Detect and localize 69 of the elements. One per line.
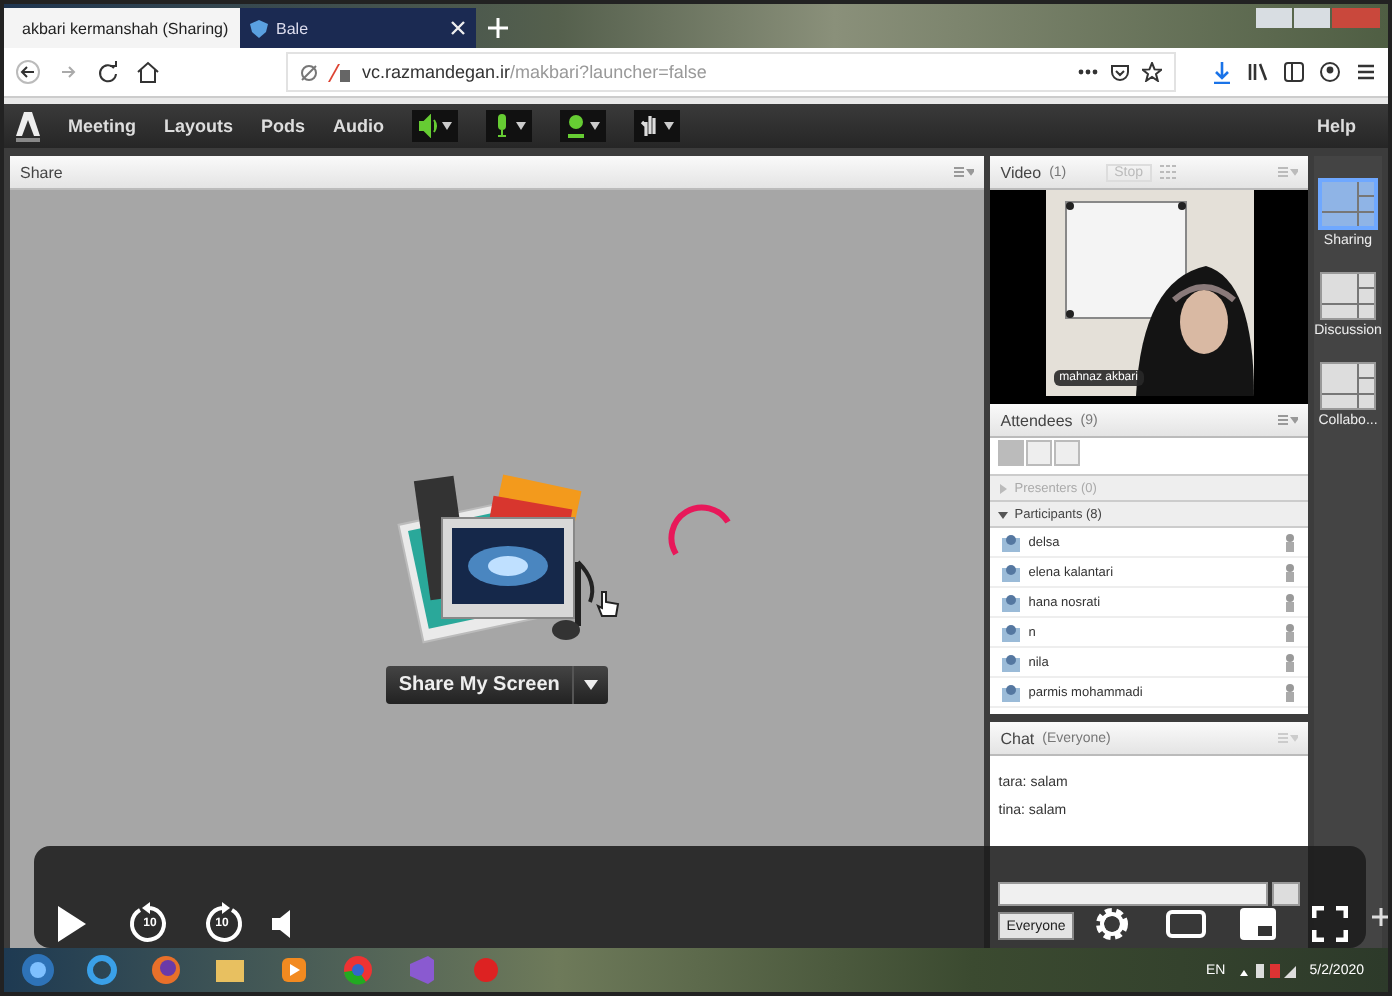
status-icon [1284,563,1296,581]
layout-icon [1319,362,1376,410]
home-icon[interactable] [136,60,160,84]
volume-icon[interactable] [272,910,292,938]
library-icon[interactable] [1248,62,1268,82]
menu-item[interactable]: Pods [261,116,306,136]
help-menu[interactable]: Help [1316,116,1356,136]
user-icon [1002,683,1021,701]
tray-icons[interactable] [1237,961,1298,979]
theater-mode-icon[interactable] [1166,910,1206,938]
start-orb-icon[interactable] [20,952,56,988]
status-icon [1284,593,1296,611]
expanded-icon[interactable] [998,509,1009,519]
shield-icon [250,19,268,37]
layout-icon [1320,272,1376,320]
browser-tab[interactable]: akbari kermanshah (Sharing) [4,8,240,48]
user-icon [1002,593,1021,611]
caret-icon[interactable] [583,680,598,690]
tracking-icon [300,63,318,81]
menu-item[interactable]: Audio [333,116,385,136]
fox-icon[interactable] [148,952,184,988]
settings-icon[interactable] [1094,906,1130,942]
chat-input-field[interactable] [998,882,1268,906]
pod-title: Attendees [1000,411,1073,429]
account-icon[interactable] [1320,62,1340,82]
pod-menu-icon[interactable] [1278,414,1298,426]
back-icon[interactable] [16,60,40,84]
user-icon [1002,653,1021,671]
webcam-icon[interactable] [566,114,587,138]
pocket-icon[interactable] [1110,62,1130,82]
status-icon [1284,533,1296,551]
miniplayer-icon[interactable] [1240,908,1276,940]
pod-menu-icon[interactable] [954,166,975,178]
sidebar-icon[interactable] [1284,62,1304,82]
pod-title: Video [1000,163,1042,181]
menu-icon[interactable] [1356,62,1376,82]
adobe-logo-icon [16,110,40,142]
status-icon [1284,653,1296,671]
user-icon [1002,533,1021,551]
browser-e-icon[interactable] [84,952,120,988]
status-icon [1284,623,1296,641]
play-icon[interactable] [56,904,88,944]
caret-icon[interactable] [664,122,675,130]
user-icon [1002,623,1021,641]
star-icon[interactable] [1142,62,1162,82]
close-icon[interactable] [450,20,466,36]
pod-title: Share [20,163,63,181]
caret-icon[interactable] [516,122,527,130]
url-text: vc.razmandegan.ir/makbari?launcher=false [362,62,707,82]
reload-icon[interactable] [96,60,120,84]
plus-icon[interactable] [1372,908,1388,926]
media-player-icon[interactable] [276,952,312,988]
fullscreen-icon[interactable] [1312,906,1348,942]
caret-icon[interactable] [442,122,453,130]
new-tab-icon[interactable] [488,18,508,38]
menu-item[interactable]: Meeting [68,116,137,136]
menu-item[interactable]: Layouts [164,116,234,136]
speaker-icon[interactable] [418,114,439,138]
caret-icon[interactable] [590,122,601,130]
browser-tab[interactable]: Bale [240,8,476,48]
pod-title: Chat [1000,729,1035,747]
status-icon [1284,683,1296,701]
more-icon[interactable] [1078,68,1098,76]
address-bar[interactable]: vc.razmandegan.ir/makbari?launcher=false [286,52,1176,92]
hand-cursor-icon [596,590,620,622]
download-icon[interactable] [1212,61,1232,83]
share-screen-button[interactable]: Share My Screen [386,666,608,704]
user-icon [1002,563,1021,581]
layout-icon [1318,178,1378,230]
